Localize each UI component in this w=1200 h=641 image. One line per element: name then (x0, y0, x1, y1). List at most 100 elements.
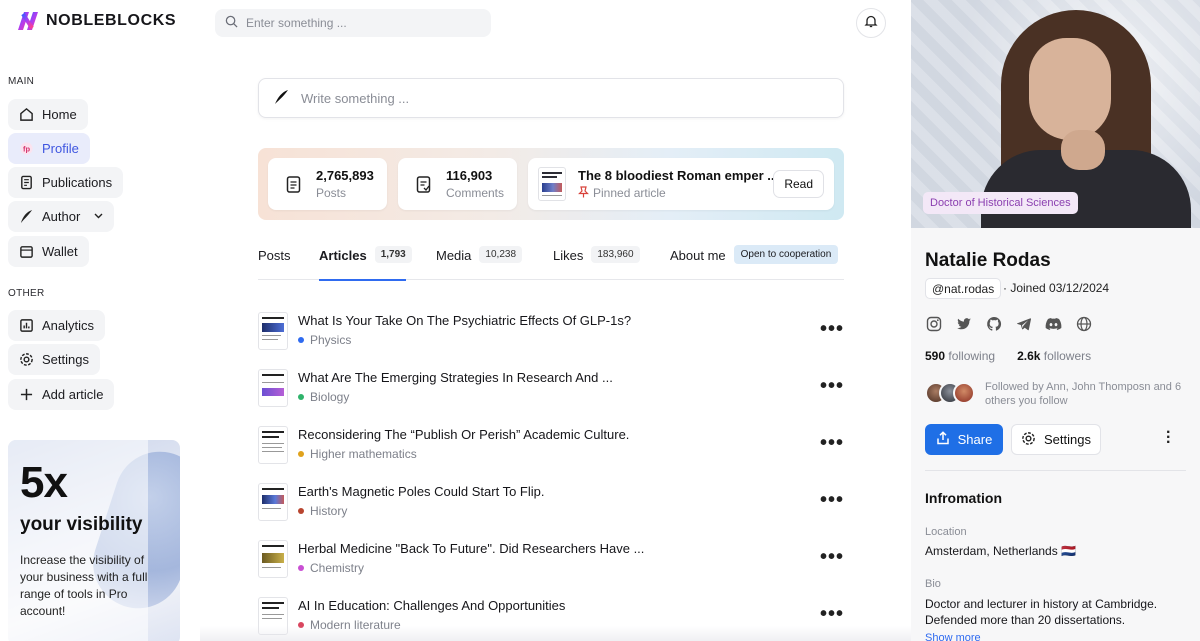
logo[interactable]: NOBLEBLOCKS (16, 10, 176, 32)
twitter-icon[interactable] (955, 315, 972, 332)
followers-count: 2.6k (1017, 349, 1041, 363)
article-title[interactable]: What Is Your Take On The Psychiatric Eff… (298, 313, 631, 328)
profile-photo: Doctor of Historical Sciences (911, 0, 1200, 228)
category-label: Chemistry (310, 561, 365, 575)
category-dot (298, 451, 304, 457)
more-options-icon[interactable]: ••• (820, 376, 844, 396)
more-options-icon[interactable]: ••• (820, 319, 844, 339)
mutual-followers-avatars[interactable] (925, 382, 975, 404)
category-dot (298, 565, 304, 571)
bell-icon (864, 14, 878, 33)
sidebar-item-publications[interactable]: Publications (8, 167, 124, 198)
profile-panel: Doctor of Historical Sciences Natalie Ro… (911, 0, 1200, 641)
sidebar-item-wallet[interactable]: Wallet (8, 236, 89, 267)
share-button[interactable]: Share (925, 424, 1003, 455)
pinned-label: Pinned article (593, 186, 666, 200)
article-title[interactable]: AI In Education: Challenges And Opportun… (298, 598, 565, 613)
sidebar-item-label: Home (42, 107, 77, 122)
sidebar-item-analytics[interactable]: Analytics (8, 310, 106, 341)
write-post-input[interactable]: Write something ... (258, 78, 844, 118)
tab-articles[interactable]: Articles 1,793 (319, 246, 412, 281)
followed-by-text: Followed by Ann, John Thomposn and 6 oth… (985, 381, 1182, 407)
article-category: Chemistry (298, 561, 364, 575)
article-title[interactable]: What Are The Emerging Strategies In Rese… (298, 370, 613, 385)
sidebar-item-label: Settings (42, 352, 89, 367)
tab-likes[interactable]: Likes 183,960 (553, 246, 640, 280)
telegram-icon[interactable] (1015, 315, 1032, 332)
article-category: Biology (298, 390, 349, 404)
share-label: Share (957, 432, 993, 447)
notifications-button[interactable] (856, 8, 886, 38)
profile-settings-button[interactable]: Settings (1011, 424, 1101, 455)
article-title[interactable]: Reconsidering The “Publish Or Perish” Ac… (298, 427, 629, 442)
search-input[interactable]: Enter something ... (215, 9, 491, 37)
promo-card[interactable]: 5x your visibility Increase the visibili… (8, 440, 180, 641)
article-row[interactable]: What Are The Emerging Strategies In Rese… (258, 369, 844, 409)
tab-media[interactable]: Media 10,238 (436, 246, 523, 280)
more-options-icon[interactable]: ••• (820, 604, 844, 624)
followers-label: followers (1043, 349, 1092, 363)
sidebar-item-label: Profile (42, 141, 79, 156)
tab-label: Posts (258, 248, 291, 263)
tab-posts[interactable]: Posts (258, 248, 291, 280)
profile-handle[interactable]: @nat.rodas (925, 278, 1002, 299)
wallet-icon (18, 244, 34, 260)
more-options-icon[interactable]: ••• (820, 433, 844, 453)
more-vertical-icon[interactable]: · · · (1166, 425, 1171, 451)
more-options-icon[interactable]: ••• (820, 547, 844, 567)
information-heading: Infromation (925, 490, 1002, 506)
article-row[interactable]: Earth's Magnetic Poles Could Start To Fl… (258, 483, 844, 523)
joined-text: Joined 03/12/2024 (1010, 281, 1110, 295)
category-dot (298, 508, 304, 514)
joined-date: · Joined 03/12/2024 (1003, 281, 1110, 295)
location-value: Amsterdam, Netherlands 🇳🇱 (925, 544, 1076, 558)
pin-icon (578, 185, 589, 201)
publications-icon (18, 175, 34, 191)
bio-value: Doctor and lecturer in history at Cambri… (925, 597, 1158, 627)
article-category: History (298, 504, 347, 518)
github-icon[interactable] (985, 315, 1002, 332)
following-stat[interactable]: 590 following (925, 349, 995, 363)
article-title[interactable]: Earth's Magnetic Poles Could Start To Fl… (298, 484, 544, 499)
read-button[interactable]: Read (773, 170, 824, 198)
sidebar-item-label: Wallet (42, 244, 78, 259)
profile-icon: fp (18, 141, 34, 157)
tab-label: About me (670, 248, 726, 263)
more-options-icon[interactable]: ••• (820, 490, 844, 510)
sidebar-item-settings[interactable]: Settings (8, 344, 100, 375)
posts-label: Posts (316, 186, 347, 200)
plus-icon (18, 387, 34, 403)
discord-icon[interactable] (1045, 315, 1062, 332)
profile-tabs: Posts Articles 1,793 Media 10,238 Likes … (258, 245, 844, 281)
article-category: Physics (298, 333, 351, 347)
category-label: Higher mathematics (310, 447, 417, 461)
following-count: 590 (925, 349, 946, 363)
article-title[interactable]: Herbal Medicine "Back To Future". Did Re… (298, 541, 644, 556)
sidebar-item-home[interactable]: Home (8, 99, 88, 130)
sidebar-item-label: Add article (42, 387, 104, 402)
instagram-icon[interactable] (925, 315, 942, 332)
article-thumbnail (258, 483, 288, 521)
article-thumbnail (258, 540, 288, 578)
article-row[interactable]: Herbal Medicine "Back To Future". Did Re… (258, 540, 844, 580)
followers-stat[interactable]: 2.6k followers (1017, 349, 1091, 363)
category-label: Physics (310, 333, 352, 347)
chevron-down-icon (94, 211, 103, 222)
pinned-label-row: Pinned article (578, 185, 778, 201)
profile-name: Natalie Rodas (925, 250, 1051, 271)
composer-placeholder: Write something ... (301, 90, 410, 106)
tab-about-me[interactable]: About me Open to cooperation (670, 245, 839, 280)
sidebar-item-profile[interactable]: fp Profile (8, 133, 90, 164)
sidebar-item-author[interactable]: Author (8, 201, 115, 232)
category-label: History (310, 504, 348, 518)
globe-icon[interactable] (1075, 315, 1092, 332)
show-more-link[interactable]: Show more (925, 632, 981, 641)
sidebar-item-add-article[interactable]: Add article (8, 379, 115, 410)
article-row[interactable]: What Is Your Take On The Psychiatric Eff… (258, 312, 844, 352)
article-row[interactable]: Reconsidering The “Publish Or Perish” Ac… (258, 426, 844, 466)
pinned-article-card[interactable]: The 8 bloodiest Roman emper ... Pinned a… (528, 158, 834, 210)
article-category: Higher mathematics (298, 447, 417, 461)
pinned-article-title[interactable]: The 8 bloodiest Roman emper ... (578, 168, 778, 183)
sidebar-item-label: Analytics (42, 318, 95, 333)
avatar (953, 382, 975, 404)
